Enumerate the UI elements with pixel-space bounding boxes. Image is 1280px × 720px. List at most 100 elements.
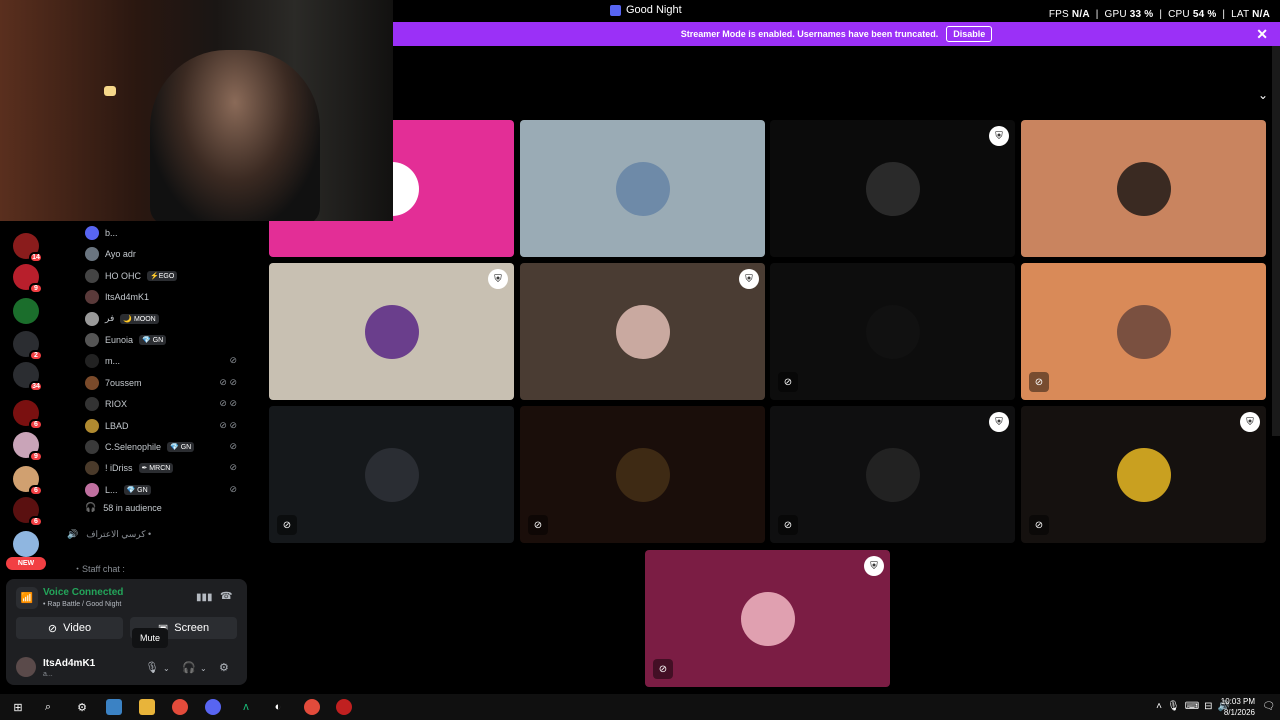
notification-icon[interactable]: 🗨 — [1262, 701, 1275, 712]
list-item[interactable]: فر 🌙 MOON — [85, 310, 245, 328]
app-icon[interactable]: ʌ — [238, 699, 254, 715]
voice-status[interactable]: Voice Connected — [43, 587, 123, 598]
muted-icon: ⊘ — [1029, 372, 1049, 392]
list-item[interactable]: ! iDriss ✒ MRCN ⊘ — [85, 459, 245, 477]
avatar — [85, 354, 99, 369]
user-panel: ItsAd4mK1 a... 🎙 ⌄ 🎧 ⌄ ⚙ — [6, 651, 247, 683]
chrome-icon[interactable] — [304, 699, 320, 715]
server-tag: ✒ MRCN — [138, 463, 174, 474]
avatar — [85, 418, 99, 433]
unread-badge: 2 — [29, 350, 43, 361]
participant-tile[interactable]: ⊘ — [520, 406, 765, 543]
chrome-icon[interactable] — [172, 699, 188, 715]
moderator-shield-icon: ⛨ — [739, 269, 759, 289]
server-icon[interactable]: 6 — [13, 466, 43, 496]
keyboard-icon[interactable]: ⌨ — [1185, 701, 1199, 712]
participant-tile[interactable]: ⛨ ⊘ — [770, 406, 1015, 543]
audience-count[interactable]: 🎧 58 in audience — [85, 502, 162, 513]
windows-start-icon[interactable]: ⊞ — [10, 699, 26, 715]
server-icon[interactable]: 6 — [13, 497, 43, 527]
server-icon[interactable]: 6 — [13, 400, 43, 430]
lamp — [104, 86, 116, 96]
gear-icon[interactable]: ⚙ — [219, 661, 229, 674]
participant-tile[interactable]: ⛨ — [770, 120, 1015, 257]
list-item[interactable]: Eunoia 💎 GN — [85, 331, 245, 349]
voice-channel-path[interactable]: • Rap Battle / Good Night — [43, 601, 121, 608]
video-button[interactable]: ⊘ Video — [16, 617, 123, 639]
server-icon[interactable]: 14 — [13, 233, 43, 263]
server-icon[interactable]: 9 — [13, 432, 43, 462]
avatar — [85, 375, 99, 390]
avatar — [616, 162, 670, 216]
participant-tile[interactable]: ⛨ — [269, 263, 514, 400]
search-icon[interactable]: ⌕ — [40, 699, 56, 715]
participant-tile[interactable]: ⊘ — [1021, 263, 1266, 400]
server-icon[interactable]: 2 — [13, 331, 43, 361]
server-icon[interactable]: 9 — [13, 264, 43, 294]
server-icon[interactable] — [13, 531, 39, 557]
list-item[interactable]: L... 💎 GN ⊘ — [85, 481, 245, 499]
avatar — [1117, 448, 1171, 502]
streamer-mode-banner: Streamer Mode is enabled. Usernames have… — [393, 22, 1280, 46]
clock[interactable]: 10:03 PM 8/1/2026 — [1221, 696, 1255, 718]
list-item[interactable]: C.Selenophile 💎 GN ⊘ — [85, 438, 245, 456]
chevron-up-icon[interactable]: ˄ — [1156, 701, 1162, 712]
list-item[interactable]: HO OHC ⚡EGO — [85, 267, 245, 285]
list-item[interactable]: Ayo adr — [85, 245, 245, 263]
close-icon[interactable]: ✕ — [1256, 26, 1268, 43]
new-badge[interactable]: NEW — [6, 557, 46, 570]
server-icon[interactable]: 34 — [13, 362, 43, 392]
signal-icon[interactable]: 📶 — [16, 587, 38, 609]
network-icon[interactable]: ⊟ — [1204, 701, 1212, 712]
participant-tile[interactable] — [1021, 120, 1266, 257]
chevron-down-icon[interactable]: ⌄ — [200, 664, 207, 673]
list-item[interactable]: ItsAd4mK1 — [85, 288, 245, 306]
moderator-shield-icon: ⛨ — [864, 556, 884, 576]
chevron-down-icon[interactable]: ⌄ — [163, 664, 170, 673]
moderator-shield-icon: ⛨ — [989, 412, 1009, 432]
folder-icon[interactable] — [139, 699, 155, 715]
microphone-icon[interactable]: 🎙 — [1167, 701, 1180, 712]
participant-tile[interactable]: ⛨ ⊘ — [1021, 406, 1266, 543]
server-icon[interactable] — [13, 298, 39, 324]
headphones-icon[interactable]: 🎧 — [182, 661, 196, 674]
list-item[interactable]: LBAD ⊘ ⊘ — [85, 417, 245, 435]
avatar — [365, 448, 419, 502]
server-tag: 💎 GN — [167, 442, 195, 452]
microphone-icon[interactable]: 🎙 — [145, 661, 159, 674]
speaker-icon: 🔊 — [67, 529, 79, 539]
participant-tile[interactable]: ⊘ — [770, 263, 1015, 400]
participant-tile[interactable] — [520, 120, 765, 257]
username[interactable]: ItsAd4mK1 — [43, 658, 95, 669]
unread-badge: 14 — [29, 252, 43, 263]
list-item[interactable]: RIOX ⊘ ⊘ — [85, 395, 245, 413]
windows-taskbar: ⊞ ⌕ ⚙ ʌ ◐ ˄ 🎙 ⌨ ⊟ 🔊 10:03 PM 8/1/2026 🗨 — [0, 694, 1280, 720]
window-title: Good Night — [610, 4, 682, 16]
app-icon[interactable] — [336, 699, 352, 715]
list-item[interactable]: b... — [85, 224, 245, 242]
soundboard-icon[interactable]: ▮▮▮ — [196, 592, 213, 603]
list-item[interactable]: 7oussem ⊘ ⊘ — [85, 374, 245, 392]
avatar[interactable] — [16, 657, 36, 677]
participant-tile[interactable]: ⊘ — [269, 406, 514, 543]
muted-icon: ⊘ — [1029, 515, 1049, 535]
app-icon[interactable]: ◐ — [270, 699, 286, 715]
discord-icon[interactable] — [205, 699, 221, 715]
disable-button[interactable]: Disable — [946, 26, 993, 42]
list-item[interactable]: m... ⊘ — [85, 352, 245, 370]
muted-icon: ⊘ — [229, 462, 237, 473]
moderator-shield-icon: ⛨ — [488, 269, 508, 289]
participant-tile[interactable]: ⛨ — [520, 263, 765, 400]
scrollbar[interactable] — [1272, 46, 1280, 436]
gear-icon[interactable]: ⚙ — [74, 699, 90, 715]
participant-tile[interactable]: ⛨ ⊘ — [645, 550, 890, 687]
avatar — [85, 268, 99, 283]
avatar — [85, 482, 99, 497]
disconnect-icon[interactable]: ☎ — [220, 591, 232, 602]
member-name: RIOX — [105, 399, 128, 410]
chevron-down-icon[interactable]: ⌄ — [1258, 88, 1268, 102]
staff-chat-channel[interactable]: ・Staff chat : — [73, 562, 125, 575]
store-icon[interactable] — [106, 699, 122, 715]
server-tag: ⚡EGO — [147, 270, 178, 281]
voice-channel-item[interactable]: 🔊 كرسي الاعتراف • — [67, 529, 151, 540]
